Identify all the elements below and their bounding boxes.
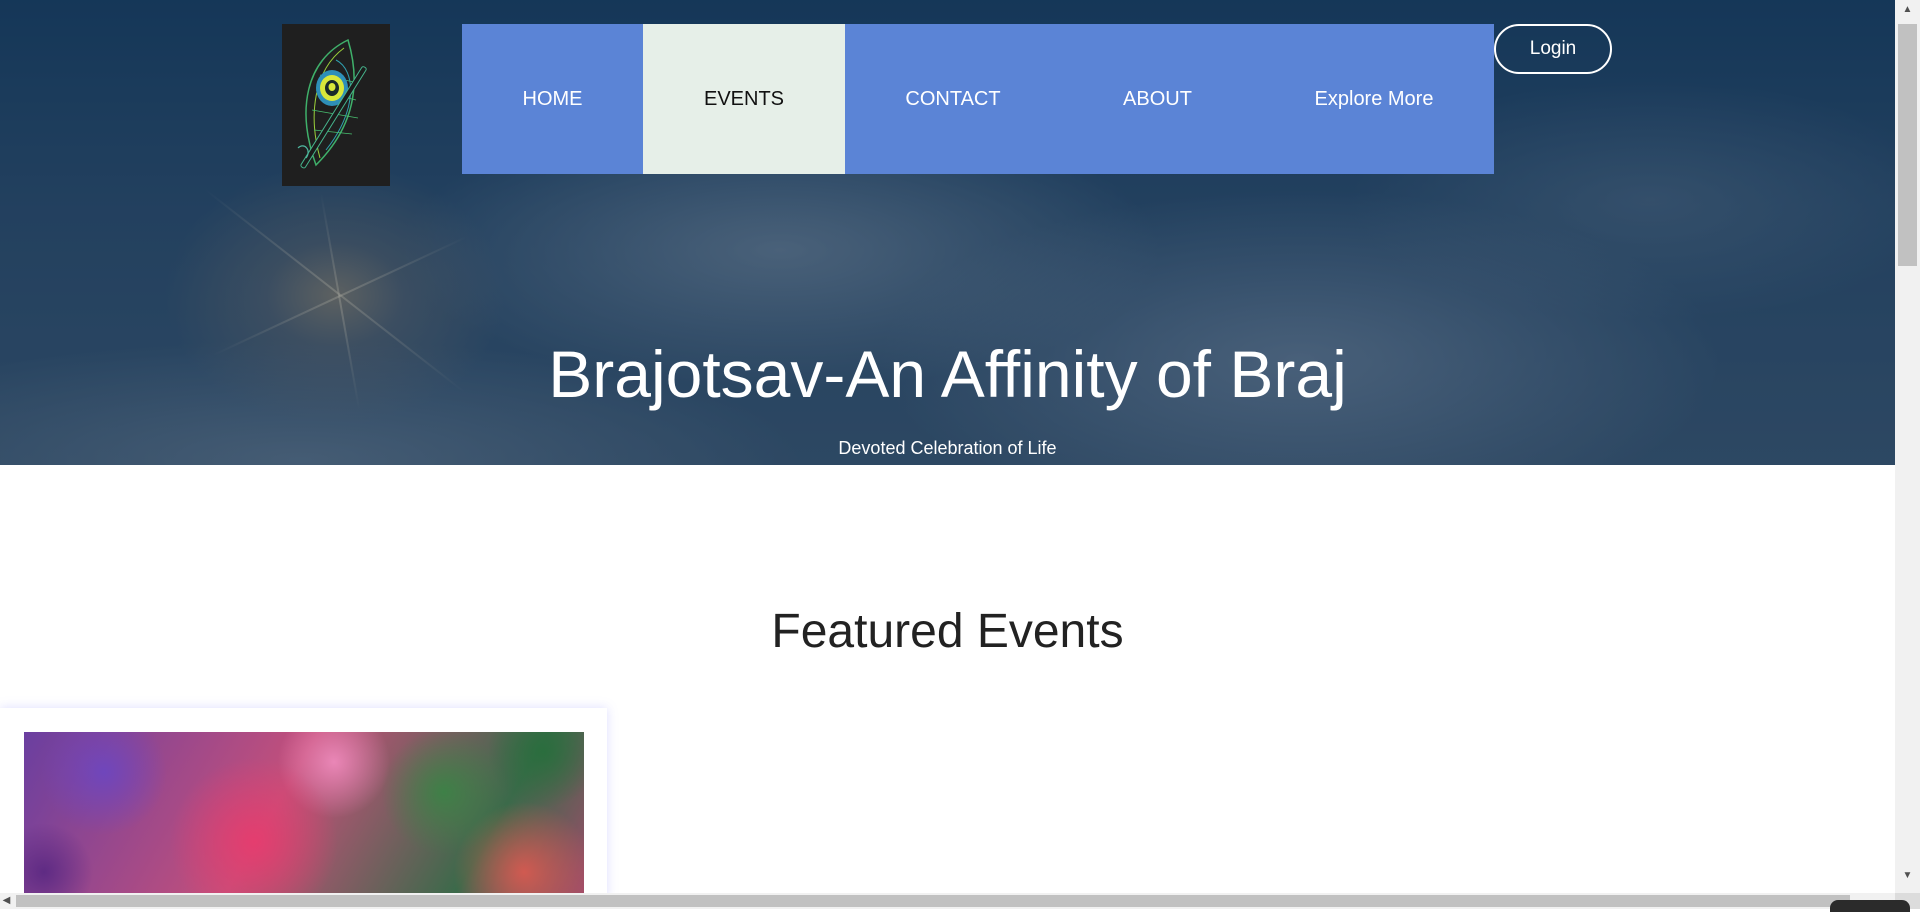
peacock-feather-logo-icon	[297, 38, 367, 169]
nav-item-about[interactable]: ABOUT	[1061, 24, 1254, 174]
hero-subtitle: Devoted Celebration of Life	[838, 438, 1057, 458]
hero-section: HOME EVENTS CONTACT ABOUT Explore More L…	[0, 0, 1895, 465]
main-nav: HOME EVENTS CONTACT ABOUT Explore More	[462, 24, 1494, 174]
login-button[interactable]: Login	[1494, 24, 1612, 74]
vertical-scroll-thumb[interactable]	[1898, 24, 1917, 266]
nav-label: ABOUT	[1123, 87, 1192, 110]
hero-title: Brajotsav-An Affinity of Braj	[548, 337, 1347, 411]
overlay-tab	[1830, 900, 1910, 912]
featured-events-heading: Featured Events	[771, 605, 1124, 658]
nav-label: EVENTS	[703, 87, 785, 110]
event-card[interactable]	[0, 708, 607, 898]
nav-label: CONTACT	[905, 87, 1001, 110]
nav-item-contact[interactable]: CONTACT	[845, 24, 1061, 174]
vertical-scrollbar[interactable]: ▲ ▼	[1895, 0, 1920, 893]
horizontal-scroll-thumb[interactable]	[16, 895, 1850, 907]
site-logo[interactable]	[282, 24, 390, 186]
nav-label: HOME	[522, 87, 583, 110]
arrow-up-icon[interactable]: ▲	[1895, 2, 1920, 18]
nav-item-events[interactable]: EVENTS	[643, 24, 845, 174]
horizontal-scrollbar[interactable]: ◀	[0, 893, 1895, 909]
nav-item-home[interactable]: HOME	[462, 24, 643, 174]
nav-label: Explore More	[1314, 87, 1434, 110]
arrow-down-icon[interactable]: ▼	[1895, 868, 1920, 884]
nav-item-explore-more[interactable]: Explore More	[1254, 24, 1494, 174]
event-card-image[interactable]	[24, 732, 584, 898]
